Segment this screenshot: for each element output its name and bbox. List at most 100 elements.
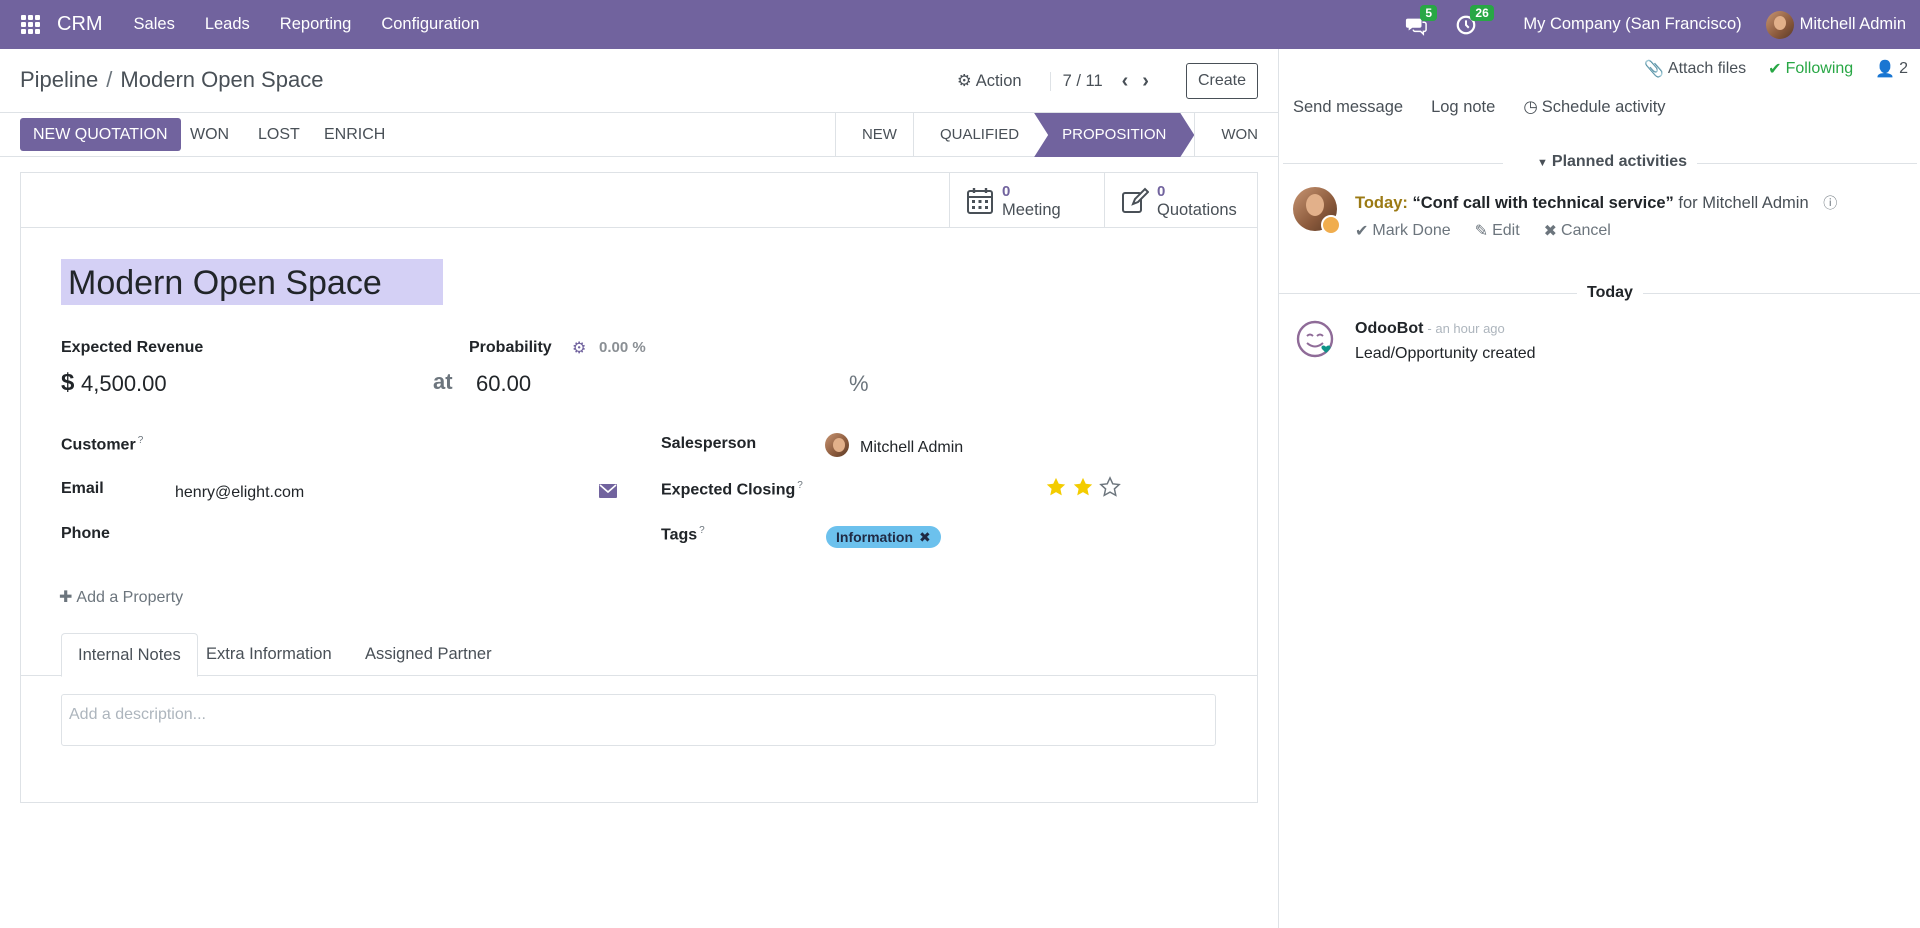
stage-qualified[interactable]: QUALIFIED [912,113,1035,157]
chatter-topbar: 📎 Attach files ✔ Following 👤 2 [1622,59,1908,79]
activity-summary: “Conf call with technical service” [1412,194,1674,212]
messaging-icon[interactable]: 5 [1405,4,1438,36]
salesperson-input[interactable]: Mitchell Admin [860,439,963,457]
app-brand[interactable]: CRM [57,13,103,36]
followers-button[interactable]: 👤 2 [1875,59,1908,79]
pencil-icon: ✎ [1474,223,1489,240]
clock-icon: ◷ [1523,98,1538,116]
breadcrumb-current: Modern Open Space [120,67,324,92]
control-panel: Pipeline / Modern Open Space ⚙ Action 7 / … [0,49,1278,157]
priority-star-icon[interactable] [1072,476,1094,498]
remove-tag-icon[interactable]: ✖ [919,529,931,545]
description-editor[interactable]: Add a description... [61,694,1216,746]
mark-done-button[interactable]: ✔ Mark Done [1355,221,1451,241]
company-switcher[interactable]: My Company (San Francisco) [1523,15,1741,34]
send-message-button[interactable]: Send message [1293,97,1403,117]
info-icon[interactable]: ⓘ [1823,193,1837,213]
help-icon[interactable]: ? [138,435,144,446]
salesperson-label: Salesperson [661,435,757,452]
form-sheet: 0 Meeting 0 Quotations Modern Open Space… [20,172,1258,803]
schedule-activity-button[interactable]: ◷ Schedule activity [1523,97,1665,117]
lost-button[interactable]: LOST [258,118,300,151]
menu-configuration[interactable]: Configuration [366,0,494,49]
following-button[interactable]: ✔ Following [1768,59,1853,79]
percent-sign: % [849,371,869,396]
message-time: - an hour ago [1427,321,1505,336]
expected-revenue-input[interactable]: 4,500.00 [81,371,167,397]
planned-separator-left [1283,163,1503,164]
check-icon: ✔ [1768,61,1782,78]
activity-clock-icon[interactable]: 26 [1455,4,1494,36]
user-avatar [1765,10,1794,39]
opportunity-name: Modern Open Space [68,264,382,302]
message-author: OdooBot - an hour ago [1355,320,1505,337]
tab-extra-information[interactable]: Extra Information [190,633,348,676]
smart-button-box: 0 Meeting 0 Quotations [21,173,1257,228]
gear-icon: ⚙ [956,72,972,90]
activity-line: Today: “Conf call with technical service… [1355,193,1841,213]
activities-badge: 26 [1470,4,1494,21]
breadcrumb: Pipeline / Modern Open Space [20,67,323,93]
action-button[interactable]: ⚙ Action [957,71,1022,91]
attach-files-button[interactable]: 📎 Attach files [1644,59,1746,79]
new-quotation-button[interactable]: NEW QUOTATION [20,118,181,151]
chatter-panel: 📎 Attach files ✔ Following 👤 2 Send message… [1278,49,1920,928]
tag-badge[interactable]: Information ✖ [826,526,941,548]
menu-leads[interactable]: Leads [190,0,265,49]
pager-previous-icon[interactable]: ‹ [1122,70,1129,93]
meeting-label: Meeting [1002,200,1061,219]
stage-won[interactable]: WON [1194,113,1278,157]
priority-star-icon[interactable] [1099,476,1121,498]
stage-new[interactable]: NEW [834,113,913,157]
email-input[interactable]: henry@elight.com [175,484,304,502]
expected-closing-label: Expected Closing? [661,480,803,499]
expected-revenue-label: Expected Revenue [61,339,204,356]
tag-label: Information [836,529,913,545]
quotations-label: Quotations [1157,200,1237,219]
help-icon[interactable]: ? [797,480,803,491]
tab-internal-notes[interactable]: Internal Notes [61,633,198,677]
tags-label: Tags? [661,525,705,544]
customer-label: Customer? [61,435,144,454]
meeting-smart-button[interactable]: 0 Meeting [949,173,1104,228]
plus-icon: ✚ [59,589,73,606]
main-menu: Sales Leads Reporting Configuration [119,0,495,49]
help-icon[interactable]: ? [699,525,705,536]
add-property-button[interactable]: ✚ Add a Property [59,587,183,607]
salesperson-avatar [825,433,849,457]
status-bar: NEW QUOTATION WON LOST ENRICH NEW QUALIF… [0,112,1278,157]
log-note-button[interactable]: Log note [1431,97,1495,117]
user-name: Mitchell Admin [1799,15,1906,33]
enrich-button[interactable]: ENRICH [324,118,385,151]
user-menu[interactable]: Mitchell Admin [1765,10,1906,39]
automated-probability: 0.00 % [599,339,646,356]
apps-menu-icon[interactable] [21,14,41,35]
quotations-smart-button[interactable]: 0 Quotations [1104,173,1257,228]
pager-next-icon[interactable]: › [1142,70,1149,93]
breadcrumb-pipeline[interactable]: Pipeline [20,67,98,92]
edit-activity-button[interactable]: ✎ Edit [1475,221,1520,241]
systray: 5 26 My Company (San Francisco) Mitchell… [1405,0,1920,49]
send-email-icon[interactable] [599,484,617,503]
messages-badge: 5 [1420,4,1438,21]
create-button[interactable]: Create [1185,63,1258,99]
odoobot-avatar [1296,320,1334,358]
tab-assigned-partner[interactable]: Assigned Partner [349,633,508,676]
won-button[interactable]: WON [190,118,229,151]
email-label: Email [61,480,104,497]
probability-input[interactable]: 60.00 [476,371,531,397]
menu-sales[interactable]: Sales [119,0,190,49]
control-panel-actions: ⚙ Action 7 / 11 ‹ › Create [957,63,1258,99]
menu-reporting[interactable]: Reporting [265,0,367,49]
pager-value[interactable]: 7 / 11 [1049,71,1103,91]
cancel-activity-button[interactable]: ✖ Cancel [1544,221,1611,241]
stage-proposition[interactable]: PROPOSITION [1034,113,1194,157]
user-icon: 👤 [1875,61,1896,78]
top-navbar: CRM Sales Leads Reporting Configuration … [0,0,1920,49]
opportunity-name-field[interactable]: Modern Open Space [61,259,443,305]
recompute-gear-icon[interactable]: ⚙ [572,338,586,358]
calendar-icon [967,187,993,214]
phone-label: Phone [61,525,110,542]
planned-activities-toggle[interactable]: ▼ Planned activities [1527,153,1698,171]
priority-star-icon[interactable] [1045,476,1067,498]
